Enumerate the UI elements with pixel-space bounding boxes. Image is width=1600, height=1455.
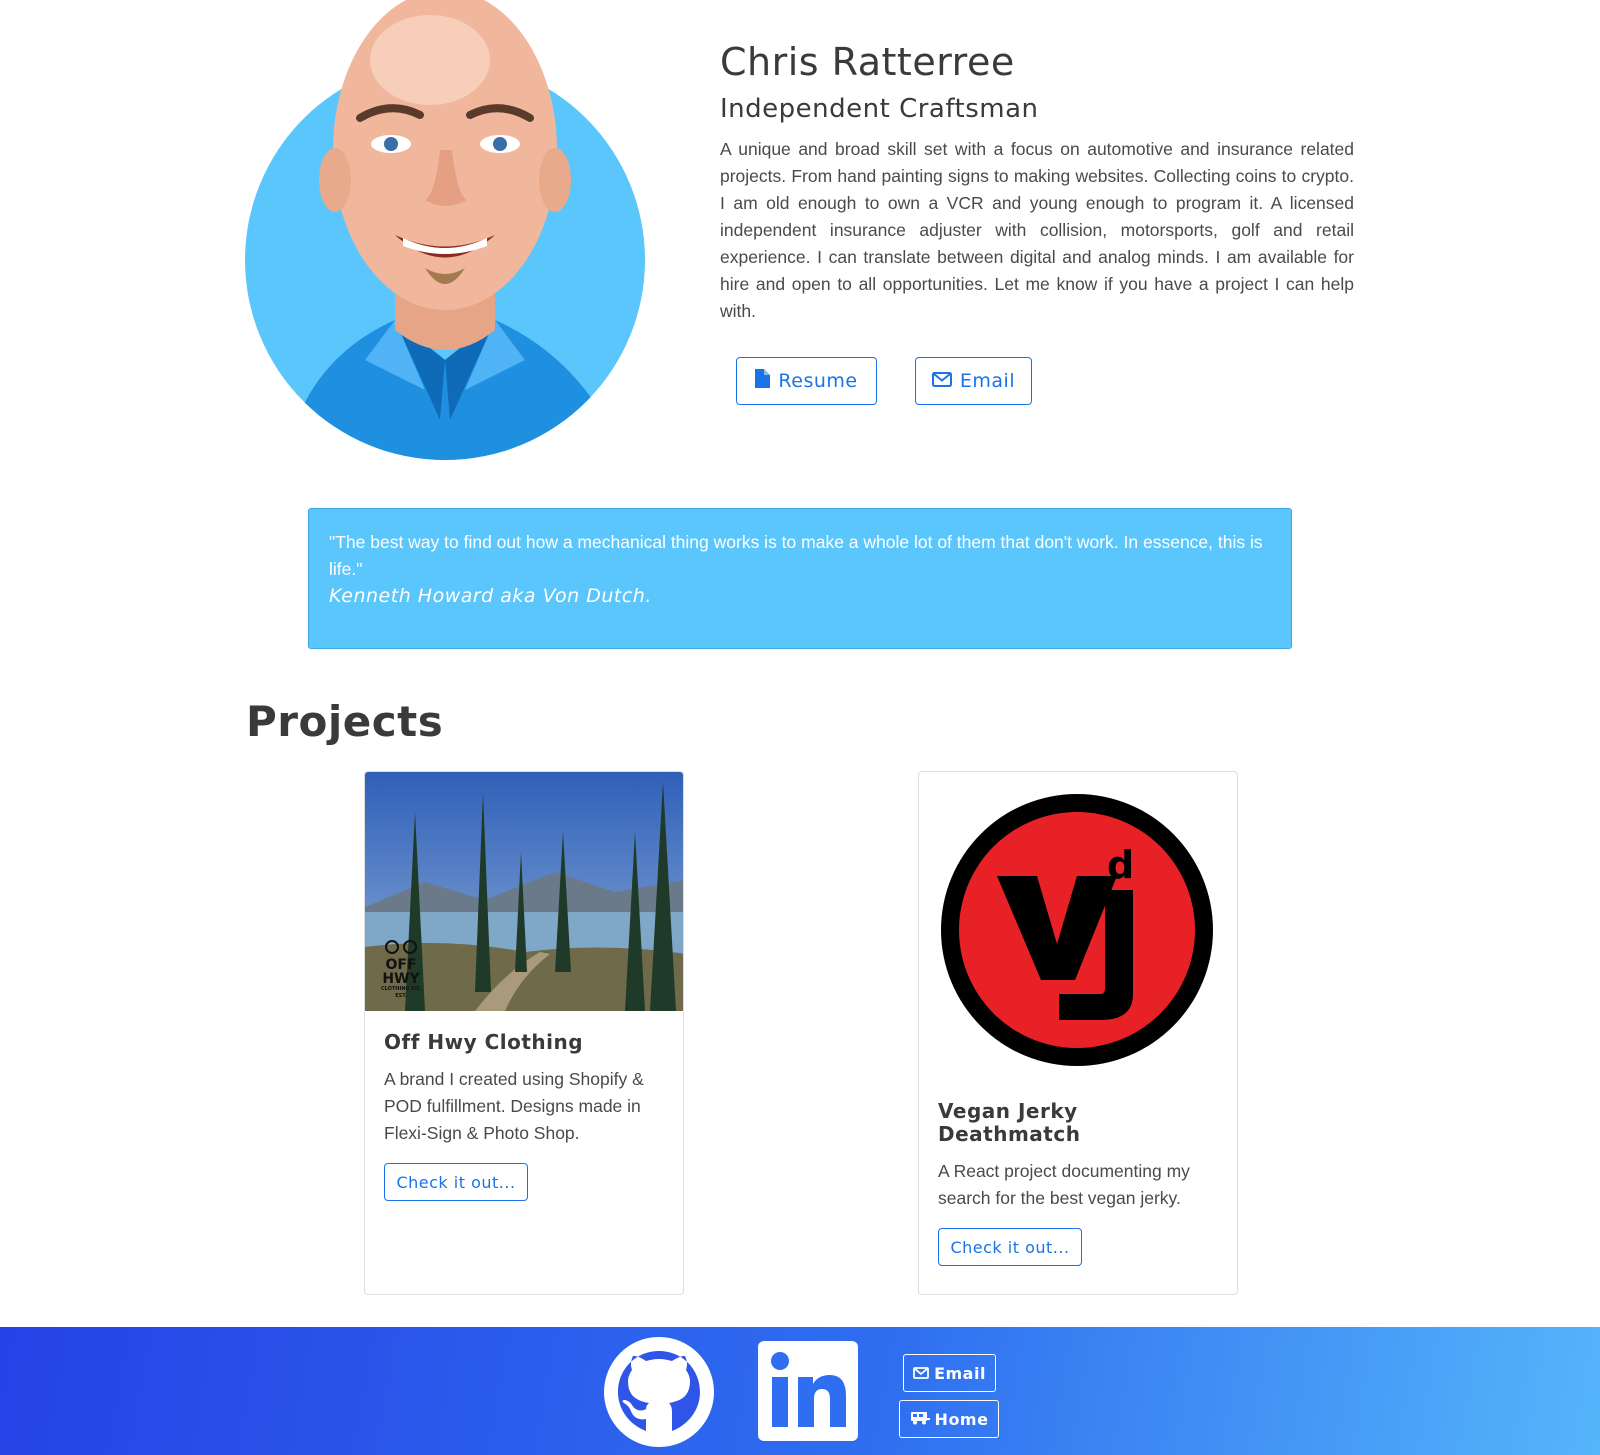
quote-block: "The best way to find out how a mechanic…: [308, 508, 1292, 649]
footer-home-button[interactable]: Home: [899, 1400, 999, 1438]
linkedin-icon[interactable]: [758, 1341, 858, 1441]
github-icon[interactable]: [604, 1337, 714, 1447]
file-icon: [755, 369, 771, 393]
avatar: [245, 0, 645, 460]
resume-button[interactable]: Resume: [736, 357, 877, 405]
off-hwy-logo-text-2: HWY: [382, 971, 420, 987]
project-card-off-hwy: OFF HWY CLOTHING CO. EST. Off Hwy Clothi…: [364, 771, 684, 1295]
profile-bio: A unique and broad skill set with a focu…: [720, 139, 1354, 321]
off-hwy-logo-text-1: OFF: [385, 957, 417, 973]
project-card-vegan-jerky: d Vegan Jerky Deathmatch A React project…: [918, 771, 1238, 1295]
email-button[interactable]: Email: [915, 357, 1032, 405]
footer-home-label: Home: [934, 1409, 989, 1429]
project-image-vegan-jerky: d: [941, 794, 1213, 1066]
off-hwy-logo: OFF HWY CLOTHING CO. EST.: [375, 940, 427, 1000]
project-description: A React project documenting my search fo…: [938, 1161, 1190, 1208]
footer: Email Home: [0, 1327, 1600, 1455]
quote-text: "The best way to find out how a mechanic…: [329, 532, 1263, 579]
project-title: Vegan Jerky Deathmatch: [938, 1099, 1081, 1146]
envelope-icon: [913, 1364, 929, 1383]
project-image-off-hwy: OFF HWY CLOTHING CO. EST.: [365, 772, 683, 1011]
profile-title: Independent Craftsman: [720, 94, 1039, 124]
off-hwy-logo-text-3: CLOTHING CO. EST.: [380, 986, 422, 999]
check-it-out-button[interactable]: Check it out...: [938, 1228, 1082, 1266]
footer-email-label: Email: [934, 1363, 986, 1383]
footer-email-button[interactable]: Email: [903, 1354, 996, 1392]
email-label: Email: [959, 370, 1016, 392]
project-description: A brand I created using Shopify & POD fu…: [384, 1069, 644, 1143]
quote-author: Kenneth Howard aka Von Dutch.: [329, 585, 652, 607]
resume-label: Resume: [778, 370, 858, 392]
vegan-jerky-logo-text: d: [1107, 843, 1134, 887]
profile-name: Chris Ratterree: [720, 40, 1015, 84]
check-it-out-button[interactable]: Check it out...: [384, 1163, 528, 1201]
project-title: Off Hwy Clothing: [384, 1030, 584, 1054]
rv-icon: [910, 1410, 930, 1429]
projects-heading: Projects: [246, 697, 444, 746]
envelope-icon: [931, 370, 952, 392]
